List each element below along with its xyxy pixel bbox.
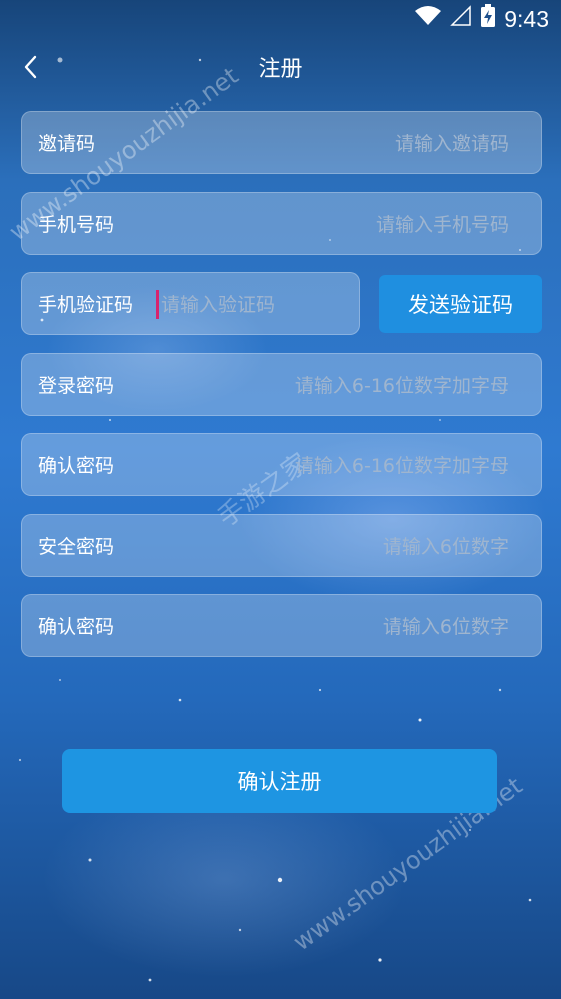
wifi-icon	[414, 5, 442, 33]
invite-code-input[interactable]	[207, 112, 511, 175]
status-time: 9:43	[504, 5, 549, 32]
login-password-field: 登录密码	[21, 353, 542, 417]
confirm-password-input[interactable]	[207, 434, 511, 497]
send-code-button[interactable]: 发送验证码	[379, 275, 542, 333]
sms-code-field: 手机验证码	[21, 272, 360, 336]
security-password-label: 安全密码	[38, 536, 115, 558]
status-bar: 9:43	[0, 0, 561, 38]
app-header: 注册	[0, 42, 561, 92]
chevron-left-icon	[24, 55, 37, 79]
phone-field: 手机号码	[21, 192, 542, 256]
battery-charging-icon	[480, 4, 496, 34]
phone-label: 手机号码	[38, 214, 115, 236]
signal-icon	[450, 5, 472, 33]
security-password-input[interactable]	[207, 515, 511, 578]
login-password-input[interactable]	[207, 354, 511, 417]
sms-code-input[interactable]	[159, 273, 353, 336]
back-button[interactable]	[12, 48, 50, 86]
phone-input[interactable]	[207, 193, 511, 256]
confirm-password-field: 确认密码	[21, 433, 542, 497]
security-password-field: 安全密码	[21, 514, 542, 578]
confirm-security-password-field: 确认密码	[21, 594, 542, 658]
page-title: 注册	[258, 57, 303, 82]
invite-code-field: 邀请码	[21, 111, 542, 175]
sms-code-label: 手机验证码	[38, 294, 134, 316]
confirm-security-password-label: 确认密码	[38, 616, 115, 638]
confirm-security-password-input[interactable]	[207, 595, 511, 658]
login-password-label: 登录密码	[38, 375, 115, 397]
invite-code-label: 邀请码	[38, 133, 96, 155]
confirm-password-label: 确认密码	[38, 455, 115, 477]
confirm-register-button[interactable]: 确认注册	[62, 749, 497, 813]
